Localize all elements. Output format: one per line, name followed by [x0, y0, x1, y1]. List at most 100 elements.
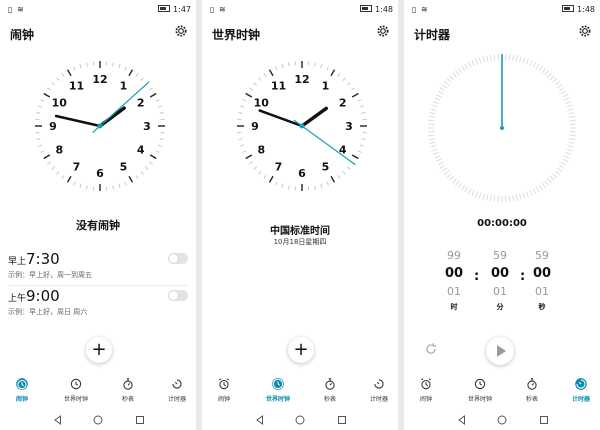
recents-button[interactable]	[134, 411, 146, 424]
system-nav-bar	[404, 409, 600, 427]
dial-tick	[437, 90, 444, 95]
dial-center	[500, 126, 504, 130]
tab-world-clock[interactable]: 世界时钟	[258, 377, 298, 403]
tab-world-clock[interactable]: 世界时钟	[460, 377, 500, 403]
hours-picker[interactable]: 99 00 01 时	[434, 248, 474, 312]
tab-label: 闹钟	[15, 396, 28, 403]
tab-label: 秒表	[525, 396, 538, 403]
recents-button[interactable]	[336, 411, 348, 424]
clock-tick	[73, 66, 76, 71]
clock-tick	[135, 175, 139, 179]
tab-label: 世界时钟	[467, 396, 492, 403]
dial-tick	[486, 55, 489, 62]
alarm-time: 7:30	[26, 250, 60, 268]
clock-tick	[263, 73, 267, 77]
dial-tick	[434, 97, 441, 101]
dial-tick	[554, 170, 560, 175]
clock-tick	[157, 144, 162, 147]
clock-number: 10	[254, 97, 270, 110]
gear-icon[interactable]	[376, 24, 390, 38]
dial-tick	[435, 94, 442, 98]
timer-screen: ▯ ≋ 1:48 计时器 00:00:00 99 00 01 时 : 59 00…	[404, 0, 600, 430]
tab-alarm-clock[interactable]: 闹钟	[406, 377, 446, 403]
tab-stopwatch[interactable]: 秒表	[108, 377, 148, 403]
recents-button[interactable]	[538, 411, 550, 424]
analog-clock: 12 12 3 45 6 78 9 1011	[237, 61, 367, 191]
dial-tick	[444, 170, 450, 175]
dial-tick	[458, 67, 463, 74]
clock-tick	[281, 64, 284, 69]
home-button[interactable]	[92, 411, 104, 425]
minutes-picker[interactable]: 59 00 01 分	[480, 248, 520, 312]
dial-tick	[563, 97, 570, 101]
tab-world-clock[interactable]: 世界时钟	[56, 377, 96, 403]
clock-tick	[245, 154, 253, 160]
dial-tick	[452, 178, 457, 184]
back-icon	[54, 415, 61, 425]
tab-stopwatch[interactable]: 秒表	[512, 377, 552, 403]
home-button[interactable]	[496, 411, 508, 425]
alarm-toggle[interactable]	[168, 253, 188, 264]
dial-tick	[455, 180, 460, 186]
back-icon	[256, 415, 263, 425]
clock-tick	[342, 77, 346, 81]
clock-tick	[326, 66, 329, 71]
clock-tick	[337, 175, 341, 179]
dial-tick	[568, 112, 575, 115]
dial-tick	[541, 182, 546, 189]
clock-tick	[249, 87, 253, 91]
dial-tick	[525, 58, 529, 65]
dial-tick	[512, 195, 514, 202]
clock-number: 6	[298, 167, 306, 180]
add-city-button[interactable]: +	[288, 337, 314, 363]
dial-tick	[549, 175, 555, 181]
alarm-item[interactable]: 上午9:00 示例：早上好，周日 周六	[8, 286, 188, 330]
tab-timer[interactable]: 计时器	[157, 377, 196, 403]
reset-icon[interactable]	[424, 342, 438, 356]
add-alarm-button[interactable]: +	[86, 337, 112, 363]
tab-timer[interactable]: 计时器	[359, 377, 398, 403]
clock-tick	[157, 105, 162, 108]
alarm-toggle[interactable]	[168, 290, 188, 301]
status-time: 1:48	[375, 5, 393, 14]
clock-tick	[66, 175, 72, 183]
dial-tick	[565, 151, 572, 155]
dial-tick	[556, 167, 563, 172]
tab-alarm-clock[interactable]: 闹钟	[204, 377, 244, 403]
clock-tick	[351, 87, 355, 91]
dial-tick	[566, 104, 573, 108]
home-button[interactable]	[294, 411, 306, 425]
battery-icon	[360, 5, 373, 12]
start-timer-button[interactable]	[486, 337, 514, 365]
gear-icon[interactable]	[174, 24, 188, 38]
dial-tick	[461, 184, 466, 191]
dial-tick	[519, 193, 522, 200]
status-bar: ▯ ≋ 1:47	[0, 0, 196, 18]
picker-current-value: 00	[532, 266, 552, 281]
dial-tick	[565, 101, 572, 105]
tab-alarm-clock[interactable]: 闹钟	[2, 377, 42, 403]
clock-number: 9	[251, 120, 259, 133]
clock-tick	[79, 64, 82, 69]
dial-tick	[428, 119, 435, 122]
dial-tick	[490, 54, 492, 61]
dial-tick	[538, 184, 543, 191]
back-button[interactable]	[456, 411, 468, 425]
clock-tick	[140, 77, 144, 81]
tab-label: 世界时钟	[265, 396, 290, 403]
clock-number: 12	[92, 73, 107, 86]
tab-timer[interactable]: 计时器	[561, 377, 600, 403]
clock-tick	[86, 62, 88, 67]
gear-icon[interactable]	[578, 24, 592, 38]
back-button[interactable]	[52, 411, 64, 425]
clock-tick	[253, 82, 257, 86]
seconds-picker[interactable]: 59 00 01 秒	[522, 248, 562, 312]
timer-icon	[172, 379, 182, 389]
clock-tick	[268, 175, 274, 183]
tab-stopwatch[interactable]: 秒表	[310, 377, 350, 403]
clock-tick	[124, 66, 127, 71]
clock-tick	[361, 112, 366, 114]
back-button[interactable]	[254, 411, 266, 425]
dial-tick	[430, 108, 437, 111]
signal-icons: ▯ ≋	[412, 5, 429, 14]
